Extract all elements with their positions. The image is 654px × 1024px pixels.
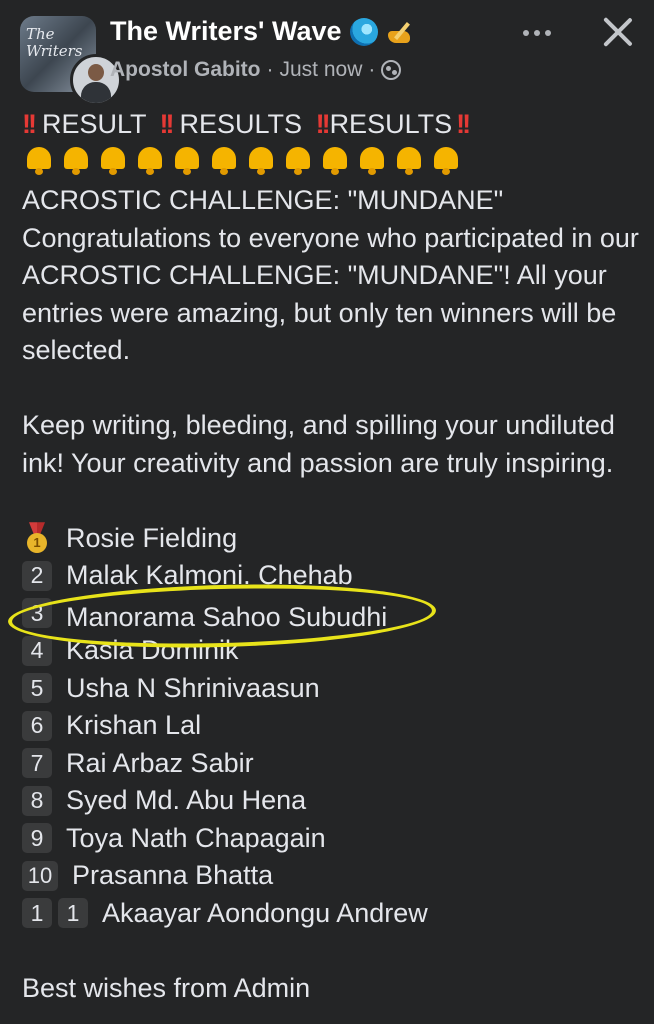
pen-icon [386,19,416,45]
bell-icon [318,144,352,176]
results-word-1: RESULT [41,109,147,139]
author-avatar-head [88,64,104,81]
bell-row [22,144,642,183]
winner-row-8: 8 Syed Md. Abu Hena [22,782,642,820]
rank-keycap: 7 [22,748,52,779]
bell-icon [281,144,315,176]
challenge-title: ACROSTIC CHALLENGE: "MUNDANE" [22,185,504,215]
winner-name: Krishan Lal [66,710,202,740]
author-avatar-body [81,82,111,103]
winner-name: Rai Arbaz Sabir [66,747,254,778]
post-viewer: The Writers The Writers' Wave Apostol Ga… [0,0,654,1024]
more-options-button[interactable] [514,16,560,50]
author-name[interactable]: Apostol Gabito [110,58,261,82]
double-exclamation-icon: !! [159,109,175,139]
winner-row-9: 9 Toya Nath Chapagain [22,820,642,858]
winner-row-5: 5 Usha N Shrinivaasun [22,670,642,708]
rank-keycap: 8 [22,785,52,816]
group-avatar[interactable]: The Writers [20,16,122,106]
double-exclamation-icon: !! [315,109,331,139]
closing-line: Best wishes from Admin [22,972,311,1003]
rank-keycap: 1 [58,898,88,929]
bell-icon [244,144,278,176]
winner-row-6: 6 Krishan Lal [22,707,642,745]
winner-name: Prasanna Bhatta [72,860,274,890]
winner-name: Toya Nath Chapagain [66,822,326,853]
rank-keycap: 4 [22,635,52,666]
congratulations-paragraph: Congratulations to everyone who particip… [22,222,639,366]
bell-icon [355,144,389,176]
winner-name: Syed Md. Abu Hena [66,785,307,815]
more-dot-icon [534,30,540,36]
double-exclamation-icon: !! [22,109,37,139]
rank-keycap: 9 [22,823,52,854]
rank-keycap: 2 [22,560,52,591]
results-word-2: RESULTS [179,109,303,139]
group-name-label: The Writers' Wave [110,16,342,46]
wave-icon [349,17,378,46]
bell-icon [170,144,204,176]
rank-keycap: 1 [22,898,52,929]
post-meta: Apostol Gabito · Just now · [110,58,402,82]
bell-icon [207,144,241,176]
close-icon[interactable] [598,12,638,52]
encouragement-paragraph: Keep writing, bleeding, and spilling you… [22,410,615,478]
more-dot-icon [545,30,551,36]
post-header: The Writers The Writers' Wave Apostol Ga… [0,0,654,106]
bell-icon [133,144,167,176]
globe-icon [381,60,402,80]
bell-icon [22,144,56,176]
meta-separator: · [266,58,274,81]
post-body: !! RESULT !! RESULTS !!RESULTS!! ACROSTIC … [22,106,642,1007]
winner-row-10: 10 Prasanna Bhatta [22,857,642,895]
group-name[interactable]: The Writers' Wave [110,16,416,47]
bell-icon [59,144,93,176]
winners-list: Rosie Fielding 2 Malak Kalmoni. Chehab 3… [22,520,642,933]
meta-separator-2: · [368,58,376,81]
bell-icon [392,144,426,176]
rank-keycap: 6 [22,710,52,741]
rank-keycap: 5 [22,673,52,704]
winner-row-1: Rosie Fielding [22,520,642,558]
rank-keycap: 10 [22,860,58,891]
results-title-line: !! RESULT !! RESULTS !!RESULTS!! [22,106,642,144]
winner-row-7: 7 Rai Arbaz Sabir [22,745,642,783]
winner-row-11: 1 1 Akaayar Aondongu Andrew [22,895,642,933]
results-word-3: RESULTS [329,109,453,139]
winner-name: Rosie Fielding [66,522,238,553]
winner-name: Akaayar Aondongu Andrew [102,897,428,928]
double-exclamation-icon: !! [456,109,471,139]
bell-icon [429,144,463,176]
more-dot-icon [523,30,529,36]
winner-name: Usha N Shrinivaasun [66,672,320,703]
post-time[interactable]: Just now [280,58,363,82]
medal-icon [22,522,52,554]
bell-icon [96,144,130,176]
